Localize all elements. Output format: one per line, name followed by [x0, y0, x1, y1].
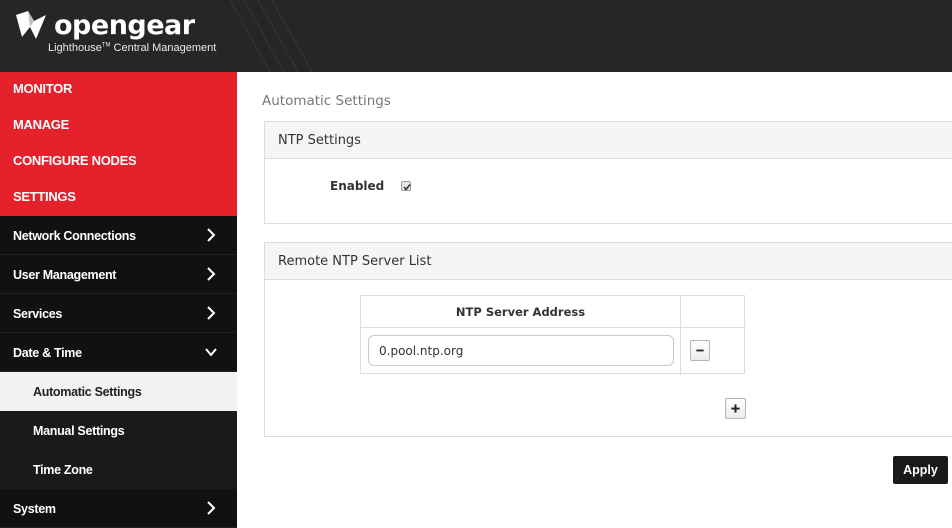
- brand-tagline: LighthouseTM Central Management: [48, 42, 216, 54]
- remote-ntp-server-panel: Remote NTP Server List NTP Server Addres…: [264, 242, 952, 437]
- panel-heading: NTP Settings: [265, 122, 952, 159]
- minus-icon: [696, 349, 704, 352]
- header-decoration: [230, 0, 313, 72]
- plus-icon: [731, 404, 740, 413]
- ntp-server-table: NTP Server Address: [360, 295, 746, 375]
- column-header: NTP Server Address: [455, 305, 586, 319]
- sidebar-item-label: Services: [13, 307, 63, 321]
- sidebar-item-system[interactable]: System: [0, 489, 237, 528]
- brand-name: opengear: [54, 10, 195, 41]
- sidebar-item-label: Network Connections: [13, 229, 136, 243]
- nav-section-monitor[interactable]: MONITOR: [0, 72, 237, 108]
- brand-logo[interactable]: opengear: [14, 9, 195, 43]
- chevron-right-icon: [207, 501, 216, 515]
- sidebar-item-label: User Management: [13, 268, 117, 282]
- nav-section-configure-nodes[interactable]: CONFIGURE NODES: [0, 144, 237, 180]
- ntp-settings-panel: NTP Settings Enabled: [264, 121, 952, 224]
- opengear-logo-icon: [16, 11, 46, 39]
- chevron-right-icon: [207, 228, 216, 242]
- page-title: Automatic Settings: [262, 93, 391, 109]
- sidebar-subitem-automatic-settings[interactable]: Automatic Settings: [0, 372, 237, 411]
- sidebar-subitem-manual-settings[interactable]: Manual Settings: [0, 411, 237, 450]
- sidebar-item-services[interactable]: Services: [0, 294, 237, 333]
- sidebar-item-label: Date & Time: [13, 346, 82, 360]
- apply-button[interactable]: Apply: [893, 456, 948, 484]
- ntp-server-address-input[interactable]: [368, 335, 674, 366]
- app-header: opengear LighthouseTM Central Management: [0, 0, 952, 72]
- table-divider: [361, 327, 746, 328]
- nav-section-settings[interactable]: SETTINGS: [0, 180, 237, 216]
- enabled-checkbox[interactable]: [401, 181, 411, 191]
- sidebar-item-label: System: [13, 502, 56, 516]
- nav-section-manage[interactable]: MANAGE: [0, 108, 237, 144]
- table-divider: [680, 296, 681, 375]
- trademark-mark: TM: [101, 42, 111, 49]
- checkmark-icon: [403, 184, 411, 191]
- main-content: Automatic Settings NTP Settings Enabled …: [237, 72, 952, 523]
- brand-tagline-main: Lighthouse: [48, 42, 102, 54]
- enabled-label: Enabled: [330, 179, 385, 193]
- remove-server-button[interactable]: [690, 340, 710, 361]
- chevron-down-icon: [205, 348, 217, 357]
- brand-tagline-rest: Central Management: [110, 42, 217, 54]
- sidebar-subitem-time-zone[interactable]: Time Zone: [0, 450, 237, 489]
- sidebar: MONITOR MANAGE CONFIGURE NODES SETTINGS …: [0, 72, 237, 528]
- sidebar-item-network-connections[interactable]: Network Connections: [0, 216, 237, 255]
- sidebar-item-user-management[interactable]: User Management: [0, 255, 237, 294]
- chevron-right-icon: [207, 306, 216, 320]
- add-server-button[interactable]: [725, 398, 746, 419]
- sidebar-item-date-time[interactable]: Date & Time: [0, 333, 237, 372]
- chevron-right-icon: [207, 267, 216, 281]
- panel-heading: Remote NTP Server List: [265, 243, 952, 280]
